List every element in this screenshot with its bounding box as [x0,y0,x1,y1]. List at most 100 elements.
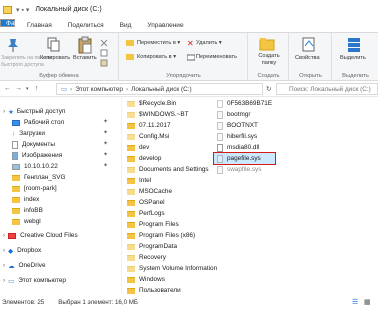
list-item[interactable]: Program Files (x86) [127,230,195,241]
quick-access-toolbar[interactable]: ▾ ▪ ▾ [16,6,29,14]
list-item[interactable]: $Recycle.Bin [127,98,176,109]
new-folder-icon[interactable] [259,36,275,52]
rename-button[interactable]: Переименовать [196,54,237,60]
details-view-icon[interactable]: ☰ [352,298,358,306]
list-item[interactable]: Config.Msi [127,131,169,142]
nav-item-desktop[interactable]: Рабочий стол [12,117,64,128]
list-item[interactable]: PerfLogs [127,208,165,219]
list-item[interactable]: $WINDOWS.~BT [127,109,189,120]
nav-item-creative-cloud[interactable]: › Creative Cloud Files [3,230,78,241]
tab-home[interactable]: Главная [19,19,60,32]
computer-icon: ▭ [61,86,68,93]
list-item[interactable]: System Volume Information [127,263,217,274]
forward-arrow-icon[interactable]: → [15,85,22,92]
list-item[interactable]: Program Files [127,219,179,230]
pin-icon[interactable] [6,37,20,53]
delete-icon[interactable]: ✕ [187,39,194,48]
list-item[interactable]: MSOCache [127,186,172,197]
list-item[interactable]: 0F563B69B71E [217,98,272,109]
move-to-button[interactable]: Переместить в ▾ [137,40,180,46]
list-item[interactable]: BOOTNXT [217,120,258,131]
nav-item-webgl[interactable]: webgl [12,216,41,227]
list-item[interactable]: dev [127,142,149,153]
list-item[interactable]: develop [127,153,161,164]
properties-button[interactable]: Свойства [295,55,320,61]
nav-item-infobb[interactable]: infoBB [12,205,43,216]
move-to-icon[interactable] [126,39,134,47]
list-item[interactable]: 07.11.2017 [127,120,171,131]
computer-icon: ▭ [8,277,15,285]
list-item[interactable]: Recovery [127,252,166,263]
copy-icon[interactable] [47,37,61,53]
copy-to-icon[interactable] [126,53,134,61]
pin-icon[interactable]: ✦ [103,118,108,125]
pin-icon[interactable]: ✦ [103,151,108,158]
cut-icon[interactable] [100,39,108,47]
nav-item-pictures[interactable]: Изображения [12,150,62,161]
list-item[interactable]: Intel [127,175,151,186]
address-path[interactable]: ▭ › Этот компьютер › Локальный диск (C:) [56,83,263,95]
group-organize: Переместить в ▾ Копировать в ▾ ✕ Удалить… [120,33,248,81]
tab-file[interactable]: Файл [0,19,22,27]
recent-dropdown-icon[interactable]: ▾ [26,86,29,92]
status-item-count: Элементов: 25 [2,298,45,306]
group-select-label: Выделить [342,73,369,79]
delete-button[interactable]: Удалить ▾ [196,40,222,46]
rename-icon[interactable] [187,53,195,61]
paste-button-label[interactable]: Вставить [73,55,97,61]
copy-path-icon[interactable] [100,49,108,57]
select-button[interactable]: Выделить [340,55,366,61]
list-item[interactable]: hiberfil.sys [217,131,257,142]
group-organize-label: Упорядочить [166,73,201,79]
search-input[interactable]: Поиск: Локальный диск (C:) [276,83,378,95]
nav-item-onedrive[interactable]: › ☁ OneDrive [3,260,46,271]
select-all-icon[interactable] [347,37,361,53]
new-folder-button[interactable]: Создать папку [253,53,285,66]
status-bar: Элементов: 25 Выбран 1 элемент: 16,0 МБ … [0,294,378,310]
nav-item-quick-access[interactable]: › ★ Быстрый доступ [3,106,65,117]
navigation-pane: › ★ Быстрый доступ Рабочий стол ✦ ↓ Загрузк… [0,97,122,294]
tab-share[interactable]: Поделиться [60,19,112,32]
refresh-icon[interactable]: ↻ [266,85,271,93]
pin-icon[interactable]: ✦ [103,129,108,136]
ribbon-tabs: Файл Главная Поделиться Вид Управление [0,19,378,33]
pin-icon[interactable]: ✦ [103,140,108,147]
group-open-label: Открыть [299,73,322,79]
copy-to-button[interactable]: Копировать в ▾ [137,54,176,60]
group-new-label: Создать [257,73,280,79]
paste-shortcut-icon[interactable] [100,59,108,67]
nav-item-documents[interactable]: Документы [12,139,55,150]
nav-item-genplan[interactable]: Генплан_SVG [12,172,65,183]
group-clipboard-label: Буфер обмена [39,73,79,79]
breadcrumb-this-pc[interactable]: Этот компьютер [75,86,123,93]
list-item[interactable]: Windows [127,274,165,285]
back-arrow-icon[interactable]: ← [4,85,11,92]
list-item[interactable]: ProgramData [127,241,177,252]
chevron-right-icon: › [125,85,129,93]
nav-item-dropbox[interactable]: › ◆ Dropbox [3,245,41,256]
nav-item-this-pc[interactable]: › ▭ Этот компьютер [3,275,66,286]
status-selection: Выбран 1 элемент: 16,0 МБ [58,298,138,306]
tab-view[interactable]: Вид [112,19,140,32]
list-item[interactable]: bootmgr [217,109,250,120]
title-bar: ▾ ▪ ▾ Локальный диск (C:) [0,0,378,19]
tab-manage[interactable]: Управление [139,19,191,32]
breadcrumb-disk[interactable]: Локальный диск (C:) [131,86,191,93]
large-icons-view-icon[interactable]: ▦ [364,298,371,306]
pin-icon[interactable]: ✦ [103,162,108,169]
properties-icon[interactable] [302,37,316,53]
list-item[interactable]: Documents and Settings [127,164,209,175]
copy-button-label[interactable]: Копировать [40,55,70,61]
nav-item-network-share[interactable]: 10.10.10.22 [12,161,58,172]
paste-icon[interactable] [77,36,93,54]
folder-icon [3,5,12,14]
chevron-right-icon: › [70,85,73,93]
nav-item-index[interactable]: index [12,194,39,205]
list-item[interactable]: OSPanel [127,197,165,208]
nav-item-room-park[interactable]: [room-park] [12,183,57,194]
star-icon: ★ [8,108,14,116]
cloud-icon: ☁ [8,262,15,270]
up-arrow-icon[interactable]: ↑ [35,85,39,92]
nav-item-downloads[interactable]: ↓ Загрузки [12,128,45,139]
list-item[interactable]: swapfile.sys [217,164,261,175]
